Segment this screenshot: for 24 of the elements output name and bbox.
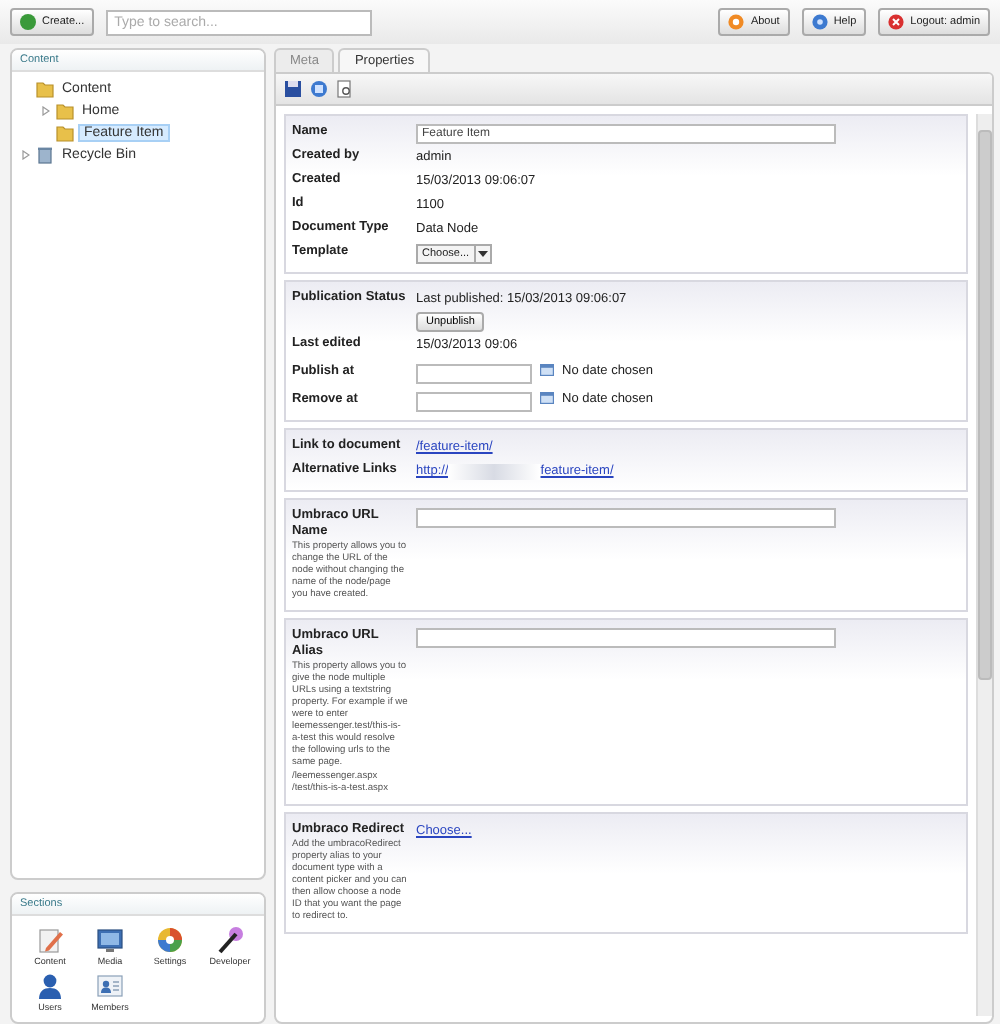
date-input-field[interactable] [416,392,532,412]
color-wheel-icon [156,926,184,954]
dropdown-arrow-icon [477,250,488,258]
preview-button[interactable] [336,80,354,98]
redacted-block [448,463,541,479]
calendar-icon[interactable] [540,364,554,376]
calendar-icon[interactable] [540,392,554,404]
scrollbar[interactable] [976,114,992,1016]
members-card-icon [96,972,124,1000]
help-icon [811,14,828,30]
user-icon [36,972,64,1000]
magic-wand-icon [216,926,244,954]
save-button[interactable] [284,80,302,98]
pencil-page-icon [36,926,64,954]
text-input-field[interactable] [416,508,836,528]
info-icon [728,14,745,30]
expand-arrow-icon[interactable] [42,106,50,116]
close-icon [888,14,905,30]
save-publish-button[interactable] [310,80,328,98]
trash-bin-icon [36,146,54,164]
expand-arrow-icon[interactable] [22,150,30,160]
date-input-field[interactable] [416,364,532,384]
monitor-icon [96,926,124,954]
text-input-field[interactable] [416,628,836,648]
